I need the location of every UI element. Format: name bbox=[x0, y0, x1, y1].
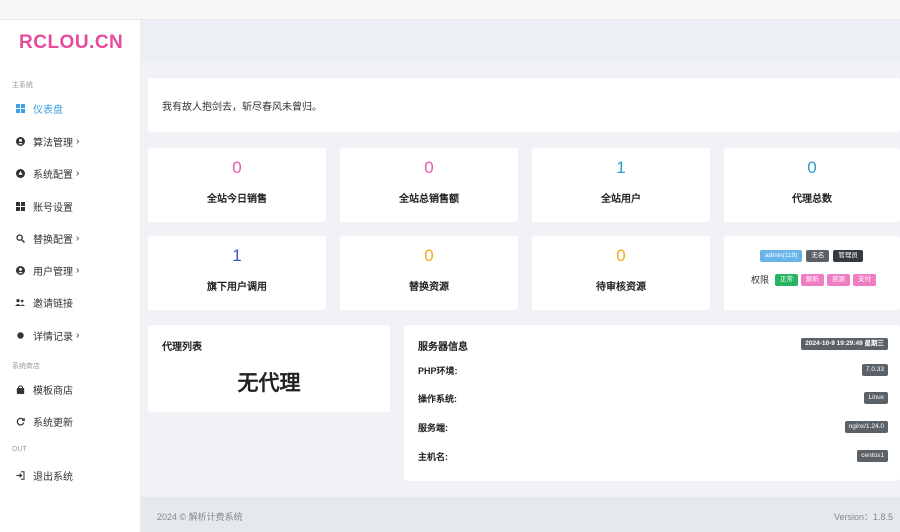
agent-list-title: 代理列表 bbox=[162, 342, 202, 353]
sidebar-item-label: 邀请链接 bbox=[33, 298, 73, 310]
agent-list-empty: 无代理 bbox=[237, 372, 301, 395]
quote-card: 我有故人抱剑去，斩尽春风未曾归。 bbox=[148, 78, 900, 132]
section-label-main: 主系统 bbox=[12, 82, 33, 89]
stat-value: 0 bbox=[424, 246, 434, 265]
sidebar-item-label: 系统更新 bbox=[33, 417, 73, 429]
account-icon bbox=[15, 201, 25, 211]
perm-badge-normal: 正常 bbox=[775, 273, 799, 286]
sidebar-item-template-shop[interactable]: 模板商店 bbox=[0, 377, 141, 401]
algorithm-icon bbox=[15, 136, 25, 146]
sidebar-item-label: 模板商店 bbox=[33, 385, 73, 397]
invite-icon bbox=[15, 297, 25, 307]
section-label-shop: 系统商店 bbox=[12, 363, 40, 370]
logout-icon bbox=[15, 470, 25, 480]
sidebar-item-label: 退出系统 bbox=[33, 471, 73, 483]
chevron-right-icon: › bbox=[76, 232, 80, 244]
record-icon bbox=[15, 330, 25, 340]
shop-icon bbox=[15, 384, 25, 394]
server-info-title: 服务器信息 bbox=[418, 342, 468, 353]
stat-card-pending-resources: 0 待审核资源 bbox=[532, 236, 710, 310]
sidebar-item-label: 详情记录 bbox=[33, 331, 73, 343]
server-time-badge: 2024-10-9 19:29:49 星期三 bbox=[801, 338, 888, 350]
stat-card-today-sales: 0 全站今日销售 bbox=[148, 148, 326, 222]
header-bar bbox=[141, 20, 900, 62]
footer-version: Version：1.8.5 bbox=[833, 512, 893, 522]
refresh-icon bbox=[15, 416, 25, 426]
permission-label: 权限 bbox=[751, 275, 770, 285]
server-software-label: 服务端: bbox=[418, 423, 448, 433]
chevron-right-icon: › bbox=[76, 264, 80, 276]
sidebar-item-label: 账号设置 bbox=[33, 202, 73, 214]
dashboard-icon bbox=[15, 103, 25, 113]
hostname-label: 主机名: bbox=[418, 452, 448, 462]
sidebar-item-label: 算法管理 bbox=[33, 137, 73, 149]
perm-badge-parse: 解析 bbox=[801, 273, 825, 286]
stat-label: 替换资源 bbox=[409, 282, 449, 293]
stat-label: 全站今日销售 bbox=[207, 194, 267, 205]
stat-value: 1 bbox=[232, 246, 242, 265]
quote-text: 我有故人抱剑去，斩尽春风未曾归。 bbox=[162, 101, 322, 113]
server-info-card: 服务器信息 2024-10-9 19:29:49 星期三 PHP环境: 7.0.… bbox=[404, 325, 900, 481]
stat-card-sub-user-calls: 1 旗下用户调用 bbox=[148, 236, 326, 310]
sidebar-item-logout[interactable]: 退出系统 bbox=[0, 463, 141, 487]
hostname-value: centos1 bbox=[857, 450, 888, 462]
stat-value: 1 bbox=[616, 158, 626, 177]
stat-value: 0 bbox=[424, 158, 434, 177]
logo[interactable]: RCLOU.CN bbox=[19, 32, 123, 54]
stat-label: 代理总数 bbox=[792, 194, 832, 205]
stat-card-total-sales: 0 全站总销售额 bbox=[340, 148, 518, 222]
agent-list-card: 代理列表 无代理 bbox=[148, 325, 390, 412]
stat-label: 待审核资源 bbox=[596, 282, 646, 293]
chevron-right-icon: › bbox=[76, 329, 80, 341]
config-icon bbox=[15, 168, 25, 178]
perm-badge-payment: 支付 bbox=[853, 273, 877, 286]
stat-label: 旗下用户调用 bbox=[207, 282, 267, 293]
user-badges: admin(119) 无名 管理员 bbox=[760, 250, 863, 262]
sidebar-item-dashboard[interactable]: 仪表盘 bbox=[0, 96, 141, 120]
username-badge: admin(119) bbox=[760, 250, 803, 262]
stat-card-agent-count: 0 代理总数 bbox=[724, 148, 900, 222]
sidebar-item-users[interactable]: 用户管理 › bbox=[0, 258, 141, 282]
replace-icon bbox=[15, 233, 25, 243]
user-info-card: admin(119) 无名 管理员 权限 正常 解析 资源 支付 bbox=[724, 236, 900, 310]
nickname-badge: 无名 bbox=[806, 250, 830, 262]
user-icon bbox=[15, 265, 25, 275]
php-env-value: 7.0.33 bbox=[861, 364, 888, 376]
perm-badge-resource: 资源 bbox=[827, 273, 851, 286]
server-software-value: nginx/1.24.0 bbox=[844, 421, 888, 433]
sidebar-item-label: 系统配置 bbox=[33, 169, 73, 181]
sidebar-item-records[interactable]: 详情记录 › bbox=[0, 323, 141, 347]
top-strip bbox=[0, 0, 900, 20]
permission-badges: 权限 正常 解析 资源 支付 bbox=[751, 273, 877, 286]
sidebar-item-update[interactable]: 系统更新 bbox=[0, 409, 141, 433]
role-badge: 管理员 bbox=[833, 250, 863, 262]
section-label-out: OUT bbox=[12, 446, 27, 453]
sidebar-item-config[interactable]: 系统配置 › bbox=[0, 161, 141, 185]
chevron-right-icon: › bbox=[76, 167, 80, 179]
footer: 2024 © 解析计费系统 Version：1.8.5 bbox=[141, 497, 900, 532]
stat-card-total-users: 1 全站用户 bbox=[532, 148, 710, 222]
stat-value: 0 bbox=[232, 158, 242, 177]
stat-label: 全站总销售额 bbox=[399, 194, 459, 205]
stat-label: 全站用户 bbox=[601, 194, 641, 205]
sidebar: RCLOU.CN 主系统 仪表盘 算法管理 › 系统配置 › 账号设置 替换配置… bbox=[0, 20, 141, 532]
stat-card-replace-resources: 0 替换资源 bbox=[340, 236, 518, 310]
sidebar-item-algorithm[interactable]: 算法管理 › bbox=[0, 129, 141, 153]
chevron-right-icon: › bbox=[76, 135, 80, 147]
stat-value: 0 bbox=[616, 246, 626, 265]
stat-value: 0 bbox=[807, 158, 817, 177]
php-env-label: PHP环境: bbox=[418, 366, 458, 376]
os-label: 操作系统: bbox=[418, 394, 457, 404]
sidebar-item-account[interactable]: 账号设置 bbox=[0, 194, 141, 218]
os-value: Linux bbox=[864, 392, 888, 404]
sidebar-item-label: 仪表盘 bbox=[33, 104, 63, 116]
sidebar-item-label: 用户管理 bbox=[33, 266, 73, 278]
sidebar-item-label: 替换配置 bbox=[33, 234, 73, 246]
footer-copyright: 2024 © 解析计费系统 bbox=[157, 512, 243, 522]
sidebar-item-replace[interactable]: 替换配置 › bbox=[0, 226, 141, 250]
sidebar-item-invite[interactable]: 邀请链接 bbox=[0, 290, 141, 314]
